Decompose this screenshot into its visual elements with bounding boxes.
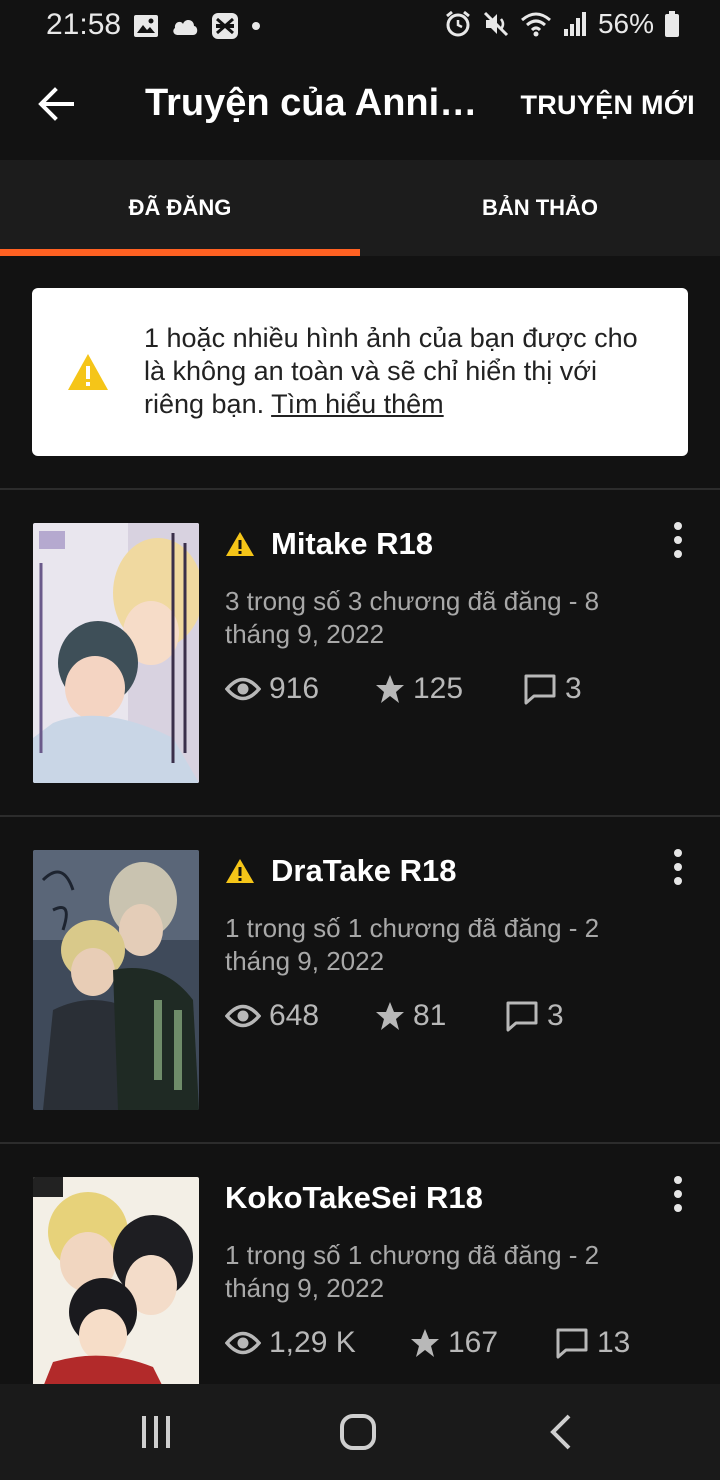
kebab-dot — [674, 550, 682, 558]
kebab-dot — [674, 863, 682, 871]
kebab-dot — [674, 522, 682, 530]
kebab-dot — [674, 849, 682, 857]
kebab-dot — [674, 536, 682, 544]
story-stats: 648 81 3 — [225, 999, 564, 1033]
wifi-icon — [520, 12, 551, 37]
story-title-row: DraTake R18 — [225, 853, 457, 889]
story-cover[interactable] — [33, 523, 199, 783]
learn-more-link[interactable]: Tìm hiểu thêm — [271, 389, 444, 419]
stars-count: 125 — [413, 672, 464, 705]
kebab-dot — [674, 877, 682, 885]
star-icon — [376, 675, 404, 703]
comment-icon — [506, 1001, 538, 1032]
comments-stat: 3 — [523, 672, 582, 706]
story-cover[interactable] — [33, 850, 199, 1110]
comments-stat: 3 — [505, 999, 564, 1033]
new-story-button[interactable]: TRUYỆN MỚI — [520, 90, 695, 121]
back-nav-button[interactable] — [540, 1410, 580, 1454]
system-nav-bar — [0, 1384, 720, 1480]
alarm-icon — [446, 10, 470, 37]
views-stat: 916 — [225, 672, 375, 706]
story-item[interactable]: DraTake R18 1 trong số 1 chương đã đăng … — [0, 815, 720, 1142]
status-bar: 21:58 56% — [0, 0, 720, 50]
views-count: 916 — [269, 672, 320, 705]
kebab-dot — [674, 1190, 682, 1198]
story-stats: 1,29 K 167 13 — [225, 1326, 630, 1360]
story-title-row: KokoTakeSei R18 — [225, 1180, 483, 1216]
views-count: 1,29 K — [269, 1326, 356, 1359]
home-button[interactable] — [334, 1410, 382, 1454]
tab-bar: ĐÃ ĐĂNG BẢN THẢO — [0, 160, 720, 256]
comment-icon — [524, 674, 556, 705]
cover-image — [33, 523, 199, 783]
star-icon — [411, 1329, 439, 1357]
warning-text: 1 hoặc nhiều hình ảnh của bạn được cho l… — [144, 322, 664, 421]
views-stat: 648 — [225, 999, 375, 1033]
stars-count: 81 — [413, 999, 447, 1032]
star-icon — [376, 1002, 404, 1030]
mute-icon — [483, 11, 509, 37]
story-meta: 1 trong số 1 chương đã đăng - 2 tháng 9,… — [225, 1240, 600, 1303]
kebab-dot — [674, 1176, 682, 1184]
comments-count: 3 — [547, 999, 564, 1032]
eye-icon — [225, 1004, 261, 1028]
story-meta: 3 trong số 3 chương đã đăng - 8 tháng 9,… — [225, 586, 600, 649]
stars-stat: 125 — [375, 672, 523, 706]
warning-icon — [226, 859, 254, 883]
story-meta: 1 trong số 1 chương đã đăng - 2 tháng 9,… — [225, 913, 600, 976]
recent-apps-button[interactable] — [130, 1410, 182, 1454]
stars-count: 167 — [448, 1326, 499, 1359]
battery-icon — [665, 11, 679, 37]
story-title: Mitake R18 — [271, 526, 433, 561]
comment-icon — [556, 1328, 588, 1359]
chevron-left-icon — [550, 1414, 571, 1450]
story-menu-button[interactable] — [666, 1174, 690, 1214]
eye-icon — [225, 1331, 261, 1355]
comments-count: 13 — [597, 1326, 631, 1359]
story-title: DraTake R18 — [271, 853, 457, 888]
stars-stat: 167 — [410, 1326, 555, 1360]
status-time: 21:58 — [46, 8, 122, 41]
story-menu-button[interactable] — [666, 520, 690, 560]
app-icon — [212, 13, 238, 39]
battery-percent: 56% — [597, 8, 654, 39]
story-stats: 916 125 3 — [225, 672, 582, 706]
cloud-icon — [173, 20, 198, 35]
unsafe-images-warning: 1 hoặc nhiều hình ảnh của bạn được cho l… — [32, 288, 688, 456]
status-left-icons — [133, 12, 261, 40]
signal-icon — [563, 12, 586, 36]
views-count: 648 — [269, 999, 320, 1032]
story-item[interactable]: Mitake R18 3 trong số 3 chương đã đăng -… — [0, 488, 720, 815]
recent-apps-icon — [142, 1416, 170, 1448]
dot-icon — [252, 22, 260, 30]
story-list: Mitake R18 3 trong số 3 chương đã đăng -… — [0, 488, 720, 1469]
arrow-left-icon — [38, 87, 74, 121]
cover-image — [33, 850, 199, 1110]
tab-drafts[interactable]: BẢN THẢO — [360, 160, 720, 256]
home-icon — [340, 1414, 376, 1450]
story-title-row: Mitake R18 — [225, 526, 433, 562]
views-stat: 1,29 K — [225, 1326, 410, 1360]
eye-icon — [225, 677, 261, 701]
status-right-icons: 56% — [444, 8, 680, 40]
comments-count: 3 — [565, 672, 582, 705]
story-menu-button[interactable] — [666, 847, 690, 887]
page-title: Truyện của Annie... — [145, 82, 485, 124]
warning-icon — [226, 532, 254, 556]
comments-stat: 13 — [555, 1326, 630, 1360]
kebab-dot — [674, 1204, 682, 1212]
app-bar: Truyện của Annie... TRUYỆN MỚI — [0, 50, 720, 160]
story-title: KokoTakeSei R18 — [225, 1180, 483, 1215]
back-button[interactable] — [28, 74, 84, 134]
stars-stat: 81 — [375, 999, 505, 1033]
image-icon — [134, 15, 158, 37]
warning-icon — [68, 354, 108, 390]
tab-published[interactable]: ĐÃ ĐĂNG — [0, 160, 360, 256]
